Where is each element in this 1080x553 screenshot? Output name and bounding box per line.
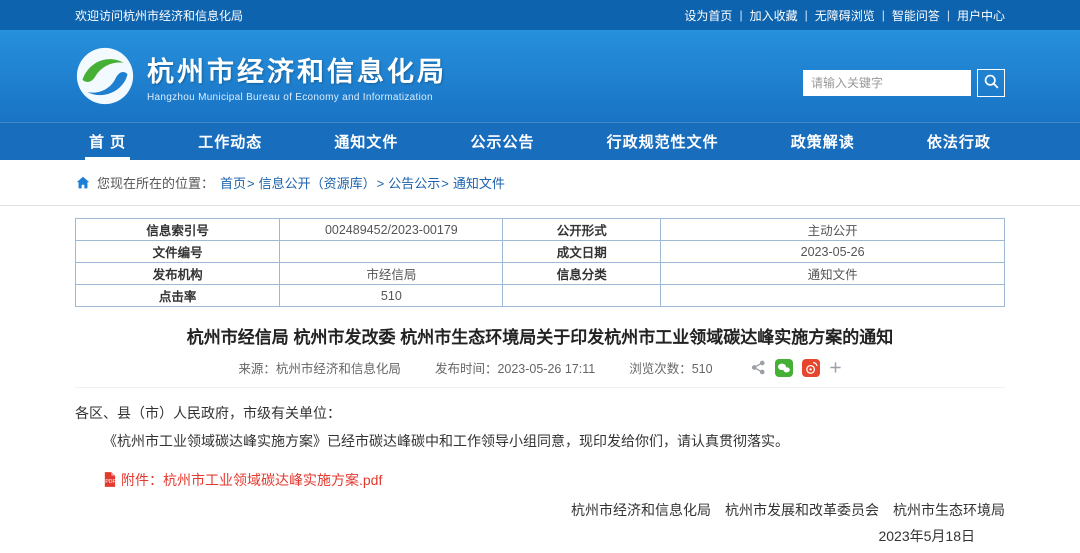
nav-item-home[interactable]: 首 页 [75,122,140,160]
info-label: 信息分类 [503,263,661,285]
article-body: 各区、县（市）人民政府，市级有关单位： 《杭州市工业领域碳达峰实施方案》已经市碳… [75,402,1005,546]
nav-item-news[interactable]: 工作动态 [184,122,276,160]
main-nav: 首 页 工作动态 通知文件 公示公告 行政规范性文件 政策解读 依法行政 [0,122,1080,160]
topbar-link[interactable]: 无障碍浏览 [815,7,875,24]
article-meta: 来源：杭州市经济和信息化局 发布时间：2023-05-26 17:11 浏览次数… [75,358,1005,388]
site-title: 杭州市经济和信息化局 [147,50,447,89]
info-value: 002489452/2023-00179 [280,219,503,241]
brand-text: 杭州市经济和信息化局 Hangzhou Municipal Bureau of … [147,50,447,103]
info-label: 发布机构 [76,263,280,285]
info-table-body: 信息索引号002489452/2023-00179公开形式主动公开文件编号成文日… [76,219,1005,307]
info-row: 点击率510 [76,285,1005,307]
info-label: 信息索引号 [76,219,280,241]
article-source: 来源：杭州市经济和信息化局 [238,358,401,377]
topbar-separator: | [947,8,950,22]
article-views: 浏览次数：510 [629,358,712,377]
breadcrumb-label: 您现在所在的位置： [97,173,214,192]
brand: 杭州市经济和信息化局 Hangzhou Municipal Bureau of … [75,46,447,106]
attachment-row: PDF 附件：杭州市工业领域碳达峰实施方案.pdf [75,470,1005,491]
topbar-links: 设为首页 | 加入收藏 | 无障碍浏览 | 智能问答 | 用户中心 [684,7,1005,24]
home-icon[interactable] [75,175,91,191]
page: 欢迎访问杭州市经济和信息化局 设为首页 | 加入收藏 | 无障碍浏览 | 智能问答 | 用户中心… [0,0,1080,546]
topbar-link[interactable]: 设为首页 [684,7,732,24]
search-button[interactable] [977,69,1005,97]
topbar-separator: | [882,8,885,22]
topbar-separator: | [805,8,808,22]
share-share-icon[interactable] [751,360,766,375]
info-value: 通知文件 [661,263,1005,285]
search-icon [983,73,1000,93]
site-header: 杭州市经济和信息化局 Hangzhou Municipal Bureau of … [0,30,1080,122]
attachment-link[interactable]: PDF 附件：杭州市工业领域碳达峰实施方案.pdf [103,470,382,490]
info-value: 2023-05-26 [661,241,1005,263]
breadcrumb-separator: > [377,176,385,191]
breadcrumb-separator: > [247,176,255,191]
topbar-link[interactable]: 加入收藏 [750,7,798,24]
info-value [280,241,503,263]
breadcrumb-bar: 您现在所在的位置： 首页>信息公开（资源库）>公告公示>通知文件 [0,160,1080,206]
breadcrumb-link[interactable]: 公告公示 [388,176,440,191]
info-value: 主动公开 [661,219,1005,241]
signers: 杭州市经济和信息化局 杭州市发展和改革委员会 杭州市生态环境局 [75,500,1005,520]
breadcrumb-link[interactable]: 首页 [220,176,246,191]
paragraph-salutation: 各区、县（市）人民政府，市级有关单位： [75,402,1005,426]
wechat-share-icon[interactable] [775,359,793,377]
nav-item-law[interactable]: 依法行政 [913,122,1005,160]
info-label: 点击率 [76,285,280,307]
search-input[interactable] [803,70,971,96]
nav-item-notice-files[interactable]: 通知文件 [320,122,412,160]
pdf-icon: PDF [103,472,116,487]
breadcrumb-separator: > [441,176,449,191]
svg-text:PDF: PDF [105,479,115,485]
info-value: 510 [280,285,503,307]
breadcrumb-link[interactable]: 信息公开（资源库） [259,176,376,191]
info-row: 文件编号 成文日期2023-05-26 [76,241,1005,263]
nav-item-regulatory-files[interactable]: 行政规范性文件 [593,122,733,160]
info-row: 发布机构市经信局信息分类通知文件 [76,263,1005,285]
info-value: 市经信局 [280,263,503,285]
info-label: 成文日期 [503,241,661,263]
share-icons [751,359,842,377]
weibo-share-icon[interactable] [802,359,820,377]
info-label: 文件编号 [76,241,280,263]
info-label [503,285,661,307]
info-value [661,285,1005,307]
nav-item-policy[interactable]: 政策解读 [777,122,869,160]
bureau-logo[interactable] [75,46,135,106]
add-share-icon[interactable] [829,361,842,374]
site-subtitle: Hangzhou Municipal Bureau of Economy and… [147,92,447,103]
topbar-link[interactable]: 用户中心 [957,7,1005,24]
search-box [803,69,1005,97]
nav-item-announcements[interactable]: 公示公告 [457,122,549,160]
info-table: 信息索引号002489452/2023-00179公开形式主动公开文件编号成文日… [75,218,1005,307]
breadcrumb-links: 首页>信息公开（资源库）>公告公示>通知文件 [220,173,505,192]
topbar-link[interactable]: 智能问答 [892,7,940,24]
nav-items: 首 页 工作动态 通知文件 公示公告 行政规范性文件 政策解读 依法行政 [75,122,1005,160]
document-date: 2023年5月18日 [75,526,1005,546]
breadcrumb-link[interactable]: 通知文件 [453,176,505,191]
attachment-label: 附件：杭州市工业领域碳达峰实施方案.pdf [121,470,382,490]
article-publish-time: 发布时间：2023-05-26 17:11 [435,358,595,377]
welcome-text: 欢迎访问杭州市经济和信息化局 [75,7,243,24]
topbar: 欢迎访问杭州市经济和信息化局 设为首页 | 加入收藏 | 无障碍浏览 | 智能问答 | 用户中心 [0,0,1080,30]
article-title: 杭州市经信局 杭州市发改委 杭州市生态环境局关于印发杭州市工业领域碳达峰实施方案… [75,323,1005,348]
topbar-separator: | [739,8,742,22]
content: 信息索引号002489452/2023-00179公开形式主动公开文件编号成文日… [75,206,1005,546]
paragraph-body: 《杭州市工业领域碳达峰实施方案》已经市碳达峰碳中和工作领导小组同意，现印发给你们… [75,430,1005,454]
info-row: 信息索引号002489452/2023-00179公开形式主动公开 [76,219,1005,241]
breadcrumb: 您现在所在的位置： 首页>信息公开（资源库）>公告公示>通知文件 [75,160,1005,205]
info-label: 公开形式 [503,219,661,241]
